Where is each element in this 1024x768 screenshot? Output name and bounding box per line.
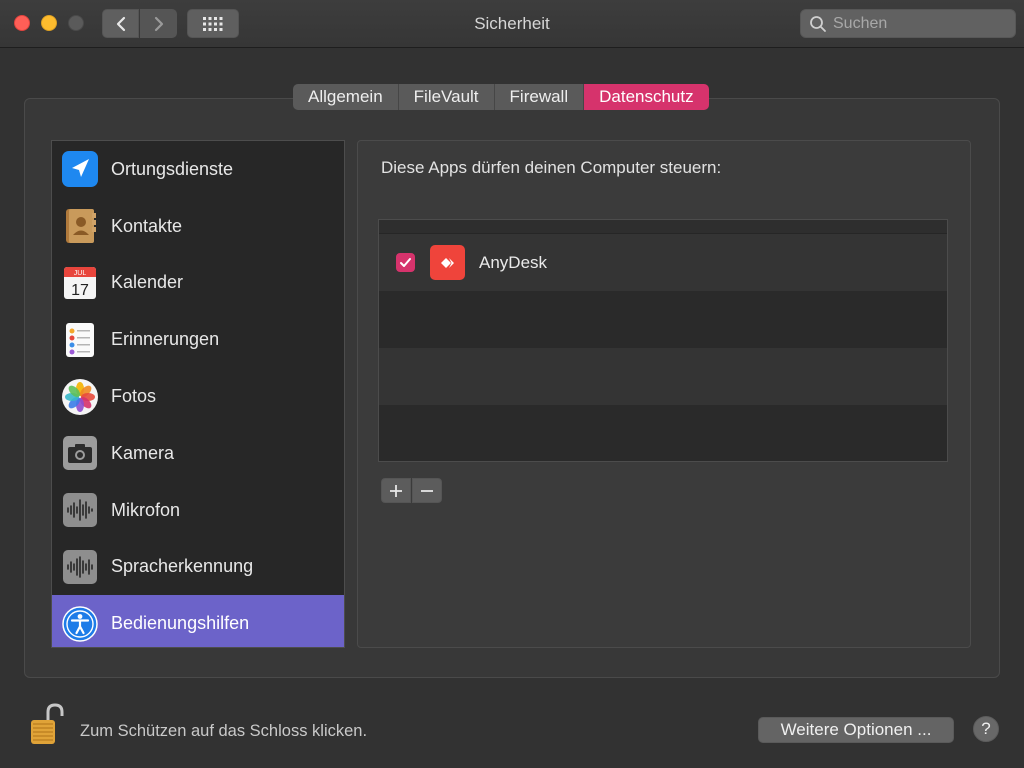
title-bar: Sicherheit — [0, 0, 1024, 48]
sidebar-item-mikrofon[interactable]: Mikrofon — [52, 482, 344, 539]
camera-icon — [61, 434, 99, 472]
search-field[interactable] — [800, 9, 1016, 38]
accessibility-icon — [61, 605, 99, 643]
sidebar-item-kamera[interactable]: Kamera — [52, 425, 344, 482]
speech-waveform-icon — [61, 548, 99, 586]
anydesk-icon — [430, 245, 465, 280]
add-app-button[interactable] — [381, 478, 411, 503]
calendar-icon: JUL 17 — [61, 264, 99, 302]
tab-datenschutz[interactable]: Datenschutz — [584, 84, 709, 110]
sidebar-item-bedienungshilfen[interactable]: Bedienungshilfen — [52, 595, 344, 647]
more-options-button[interactable]: Weitere Optionen ... — [758, 717, 954, 743]
contacts-book-icon — [61, 207, 99, 245]
tab-filevault[interactable]: FileVault — [398, 84, 495, 110]
table-header — [379, 220, 947, 234]
search-icon — [810, 15, 826, 32]
lock-open-icon[interactable] — [28, 702, 66, 746]
sidebar-item-label: Erinnerungen — [111, 329, 220, 350]
anydesk-checkbox[interactable] — [396, 253, 415, 272]
location-arrow-icon — [61, 150, 99, 188]
svg-text:17: 17 — [71, 282, 89, 299]
help-button[interactable]: ? — [973, 716, 999, 742]
table-row-empty — [379, 291, 947, 348]
privacy-category-list[interactable]: Ortungsdienste Kontakte JUL 17 Kalender … — [51, 140, 345, 648]
sidebar-item-kalender[interactable]: JUL 17 Kalender — [52, 255, 344, 312]
sidebar-item-label: Kalender — [111, 272, 184, 293]
sidebar-item-label: Kamera — [111, 442, 175, 463]
sidebar-item-label: Bedienungshilfen — [111, 613, 250, 634]
sidebar-item-erinnerungen[interactable]: Erinnerungen — [52, 311, 344, 368]
minus-icon — [421, 489, 433, 492]
photos-flower-icon — [61, 378, 99, 416]
table-row[interactable]: AnyDesk — [379, 234, 947, 291]
table-row-empty — [379, 405, 947, 461]
app-permission-table[interactable]: AnyDesk — [378, 219, 948, 462]
sidebar-item-label: Spracherkennung — [111, 556, 254, 577]
panel-heading: Diese Apps dürfen deinen Computer steuer… — [381, 158, 722, 177]
microphone-waveform-icon — [61, 491, 99, 529]
remove-app-button[interactable] — [412, 478, 442, 503]
plus-icon — [390, 484, 402, 497]
sidebar-item-label: Ortungsdienste — [111, 158, 234, 179]
svg-text:JUL: JUL — [74, 270, 87, 277]
app-name: AnyDesk — [479, 252, 548, 272]
table-row-empty — [379, 348, 947, 405]
add-remove-buttons — [381, 478, 442, 503]
sidebar-item-label: Mikrofon — [111, 499, 181, 520]
sidebar-item-ortungsdienste[interactable]: Ortungsdienste — [52, 141, 344, 198]
sidebar-item-spracherkennung[interactable]: Spracherkennung — [52, 539, 344, 596]
reminders-list-icon — [61, 321, 99, 359]
sidebar-item-label: Fotos — [111, 386, 157, 407]
search-input[interactable] — [833, 14, 1013, 33]
tab-firewall[interactable]: Firewall — [494, 84, 585, 110]
lock-hint-text: Zum Schützen auf das Schloss klicken. — [80, 722, 368, 740]
tab-bar: Allgemein FileVault Firewall Datenschutz — [293, 84, 709, 110]
checkmark-icon — [400, 258, 411, 267]
sidebar-item-kontakte[interactable]: Kontakte — [52, 198, 344, 255]
sidebar-item-label: Kontakte — [111, 215, 183, 236]
sidebar-item-fotos[interactable]: Fotos — [52, 368, 344, 425]
tab-allgemein[interactable]: Allgemein — [293, 84, 399, 110]
